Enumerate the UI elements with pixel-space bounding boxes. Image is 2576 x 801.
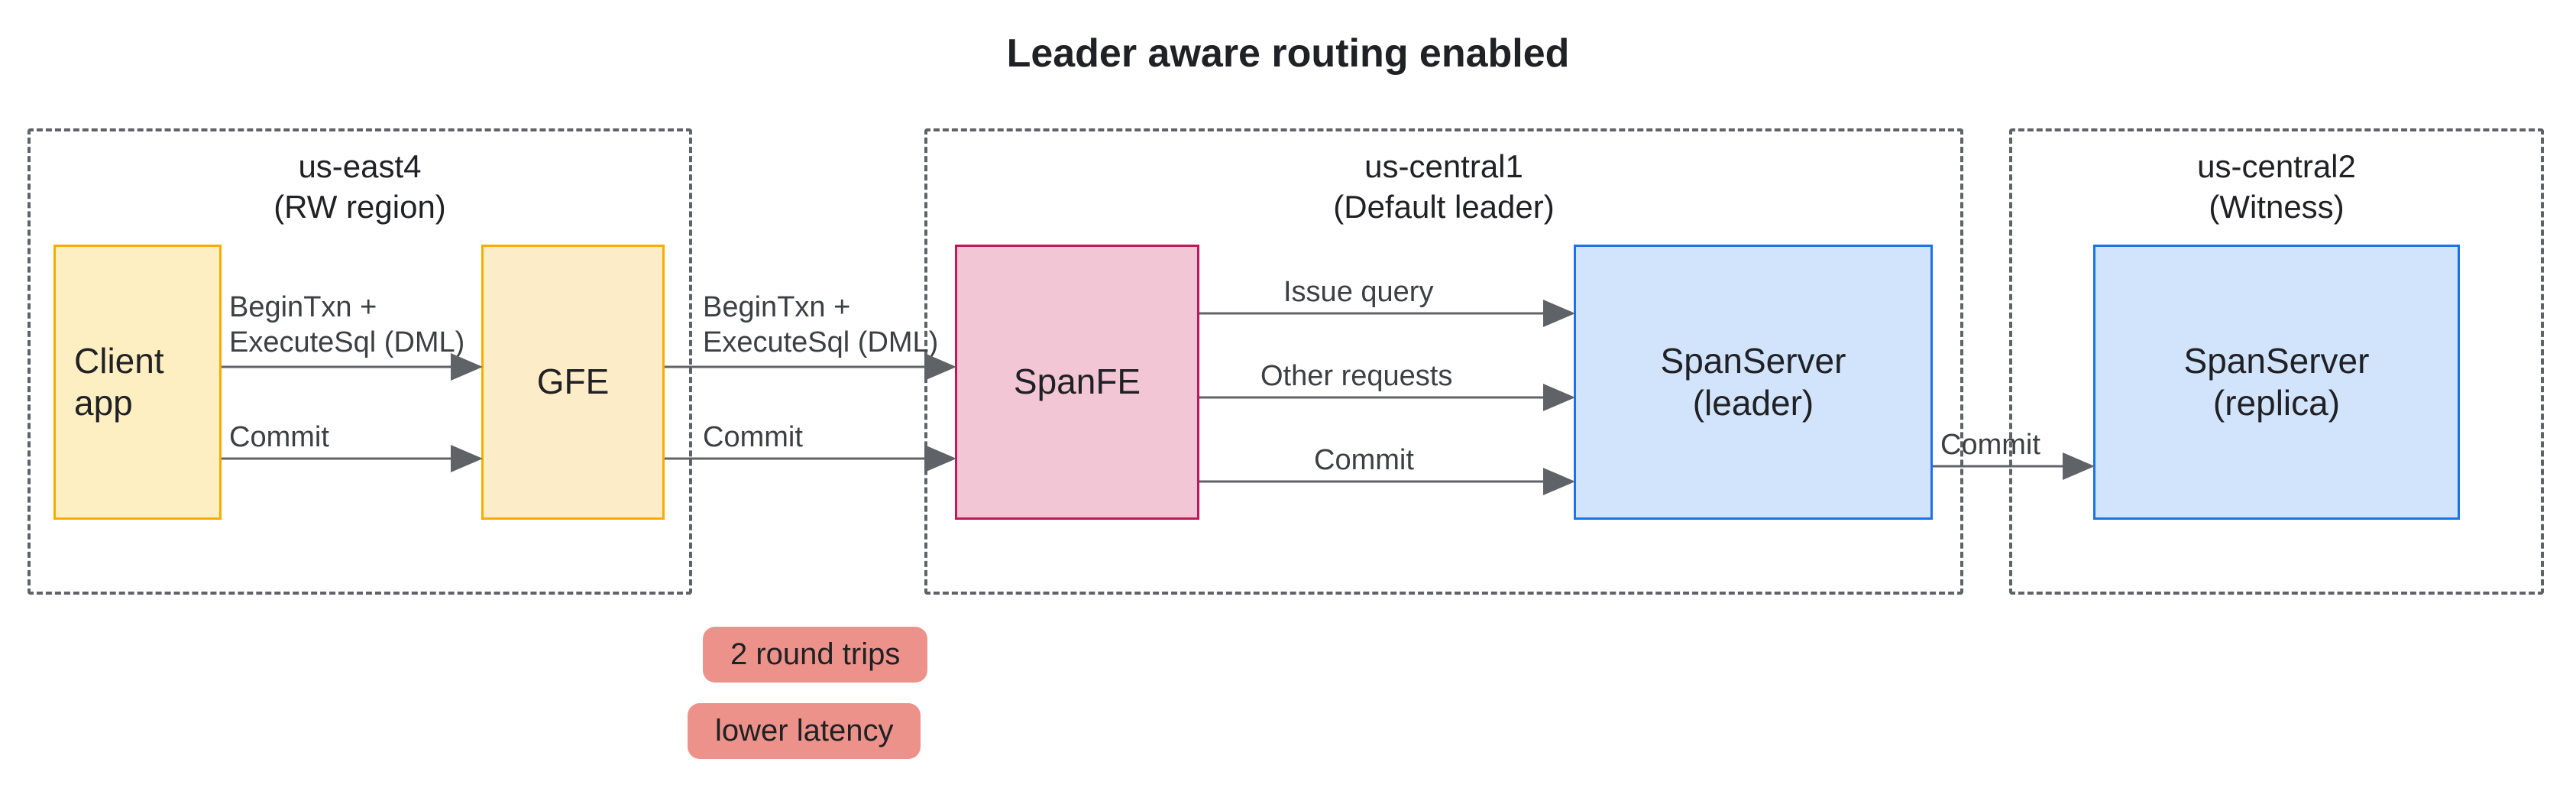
edge-label-spanfe-leader-commit: Commit <box>1314 443 1414 478</box>
node-spanserver-replica: SpanServer (replica) <box>2093 245 2460 520</box>
region-us-central2-name: us-central2 <box>2197 148 2356 184</box>
region-us-east4-role: (RW region) <box>273 189 446 225</box>
pill-lower-latency: lower latency <box>688 703 921 759</box>
node-spanfe: SpanFE <box>955 245 1199 520</box>
region-us-east4-name: us-east4 <box>298 148 421 184</box>
edge-label-gfe-spanfe-commit: Commit <box>703 420 803 456</box>
region-us-central2-label: us-central2 (Witness) <box>2012 147 2541 227</box>
region-us-central1-name: us-central1 <box>1364 148 1523 184</box>
edge-label-leader-replica-commit: Commit <box>1940 428 2040 463</box>
node-client-app: Client app <box>53 245 222 520</box>
diagram-canvas: Leader aware routing enabled us-east4 (R… <box>0 0 2576 801</box>
pill-round-trips: 2 round trips <box>703 627 927 683</box>
edge-label-spanfe-leader-issue: Issue query <box>1283 275 1433 310</box>
edge-label-client-gfe-begin: BeginTxn + ExecuteSql (DML) <box>229 290 464 360</box>
region-us-central1-label: us-central1 (Default leader) <box>927 147 1960 227</box>
node-spanserver-leader: SpanServer (leader) <box>1574 245 1933 520</box>
region-us-central1-role: (Default leader) <box>1333 189 1554 225</box>
node-gfe: GFE <box>481 245 665 520</box>
region-us-east4-label: us-east4 (RW region) <box>31 147 689 227</box>
edge-label-gfe-spanfe-begin: BeginTxn + ExecuteSql (DML) <box>703 290 938 360</box>
edge-label-spanfe-leader-other: Other requests <box>1260 359 1452 394</box>
region-us-central2-role: (Witness) <box>2209 189 2344 225</box>
diagram-title: Leader aware routing enabled <box>0 31 2576 76</box>
edge-label-client-gfe-commit: Commit <box>229 420 329 456</box>
